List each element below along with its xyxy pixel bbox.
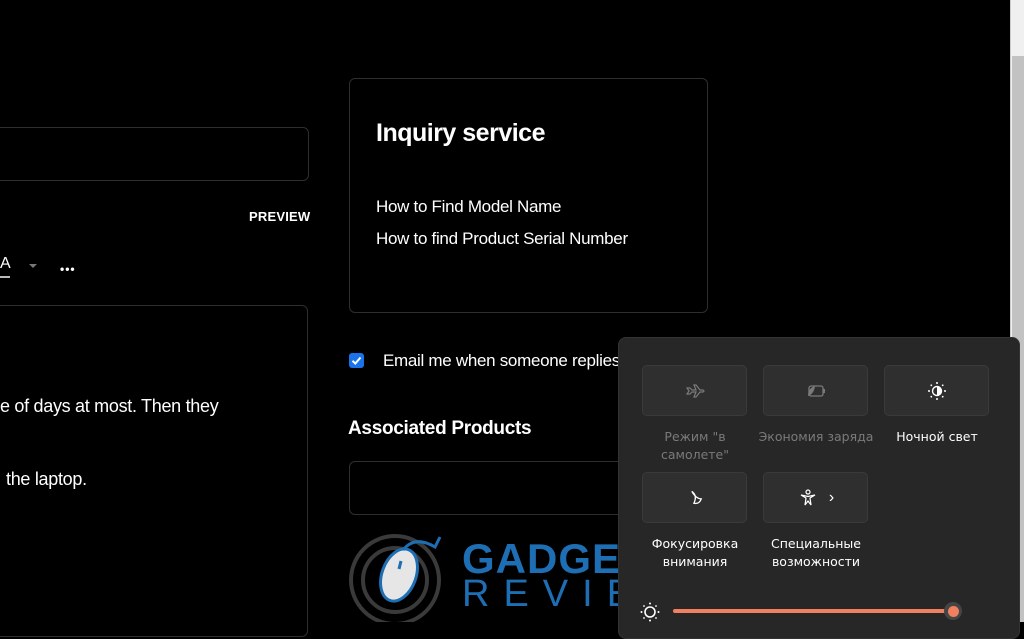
checkmark-icon xyxy=(351,356,362,365)
inquiry-service-card xyxy=(349,78,708,313)
title-input[interactable] xyxy=(0,127,309,181)
night-light-icon xyxy=(927,381,946,400)
associated-products-input[interactable] xyxy=(349,461,651,515)
mouse-logo-icon xyxy=(349,534,442,622)
airplane-mode-label: Режим "в самолете" xyxy=(660,429,729,462)
editor-text-line: e of days at most. Then they xyxy=(0,396,219,416)
email-notify-checkbox[interactable] xyxy=(349,353,364,368)
editor-text-line: the laptop. xyxy=(6,469,87,489)
battery-saver-label: Экономия заряда xyxy=(758,429,874,444)
email-notify-label[interactable]: Email me when someone replies xyxy=(383,351,620,371)
chevron-down-icon[interactable] xyxy=(29,264,37,268)
airplane-mode-toggle[interactable] xyxy=(642,365,747,416)
battery-saver-icon xyxy=(807,384,825,397)
link-find-serial-number[interactable]: How to find Product Serial Number xyxy=(376,229,628,249)
more-options-button[interactable]: ••• xyxy=(60,262,76,276)
focus-assist-label: Фокусировка внимания xyxy=(651,536,739,569)
airplane-icon xyxy=(685,383,705,398)
font-color-button[interactable]: A xyxy=(0,255,11,273)
brightness-slider-track[interactable] xyxy=(673,609,953,613)
brightness-slider-thumb-dot xyxy=(947,605,959,617)
preview-button[interactable]: PREVIEW xyxy=(249,209,310,224)
inquiry-service-title: Inquiry service xyxy=(376,119,545,147)
chevron-right-icon: › xyxy=(828,488,835,506)
link-find-model-name[interactable]: How to Find Model Name xyxy=(376,197,562,217)
accessibility-icon xyxy=(800,488,816,505)
accessibility-label: Специальные возможности xyxy=(771,536,861,569)
accessibility-button[interactable]: › xyxy=(763,472,868,523)
night-light-label: Ночной свет xyxy=(896,429,978,444)
brightness-icon xyxy=(639,601,661,628)
night-light-toggle[interactable] xyxy=(884,365,989,416)
font-color-underline xyxy=(0,276,10,278)
battery-saver-toggle[interactable] xyxy=(763,365,868,416)
brightness-slider-thumb[interactable] xyxy=(944,602,962,620)
associated-products-title: Associated Products xyxy=(348,418,532,439)
moon-icon xyxy=(690,490,702,504)
focus-assist-toggle[interactable] xyxy=(642,472,747,523)
